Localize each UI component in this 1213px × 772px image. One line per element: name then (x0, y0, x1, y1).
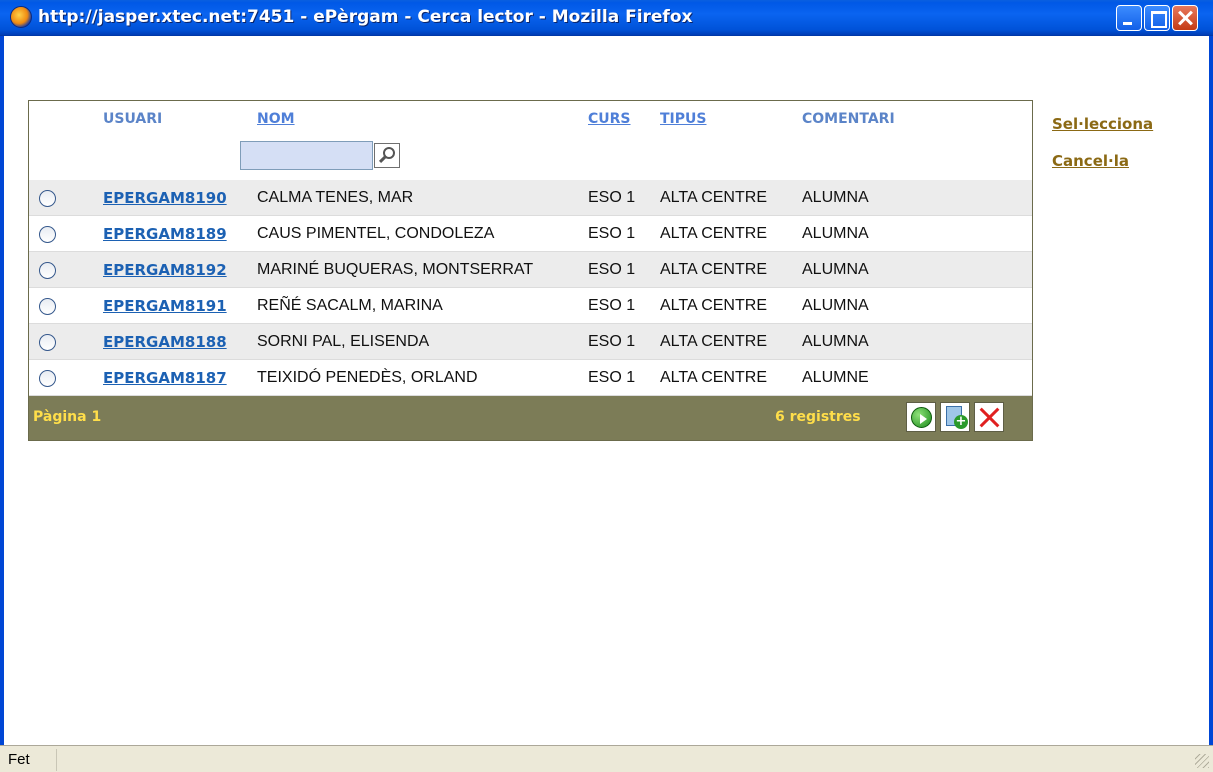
cell-comentari: ALUMNE (802, 369, 869, 386)
cell-comentari: ALUMNA (802, 225, 869, 242)
header-comentari: COMENTARI (802, 111, 895, 127)
table-footer: Pàgina 1 6 registres + (29, 396, 1032, 440)
header-usuari: USUARI (103, 111, 163, 127)
title-bar: http://jasper.xtec.net:7451 - ePèrgam - … (0, 0, 1213, 36)
maximize-button[interactable] (1144, 5, 1170, 31)
cell-nom: MARINÉ BUQUERAS, MONTSERRAT (257, 261, 534, 278)
search-button[interactable] (374, 143, 400, 168)
select-link[interactable]: Sel·lecciona (1052, 115, 1153, 133)
cell-comentari: ALUMNA (802, 333, 869, 350)
cell-curs: ESO 1 (588, 297, 636, 314)
cell-curs: ESO 1 (588, 333, 636, 350)
cell-nom: CAUS PIMENTEL, CONDOLEZA (257, 225, 495, 242)
header-nom-sort-link[interactable]: NOM (257, 111, 295, 127)
table-row[interactable]: EPERGAM8192 MARINÉ BUQUERAS, MONTSERRAT … (29, 252, 1032, 288)
cell-nom: TEIXIDÓ PENEDÈS, ORLAND (257, 369, 478, 386)
firefox-icon (10, 6, 32, 28)
user-link[interactable]: EPERGAM8191 (103, 297, 227, 315)
row-radio[interactable] (39, 334, 56, 351)
cell-curs: ESO 1 (588, 261, 636, 278)
page-indicator: Pàgina 1 (33, 409, 102, 425)
cell-curs: ESO 1 (588, 189, 636, 206)
go-arrow-icon (911, 407, 932, 428)
row-radio[interactable] (39, 370, 56, 387)
add-button[interactable]: + (940, 402, 970, 432)
table-row[interactable]: EPERGAM8189 CAUS PIMENTEL, CONDOLEZA ESO… (29, 216, 1032, 252)
user-link[interactable]: EPERGAM8190 (103, 189, 227, 207)
user-link[interactable]: EPERGAM8187 (103, 369, 227, 387)
cell-nom: SORNI PAL, ELISENDA (257, 333, 430, 350)
cell-curs: ESO 1 (588, 369, 636, 386)
cell-curs: ESO 1 (588, 225, 636, 242)
table-row[interactable]: EPERGAM8188 SORNI PAL, ELISENDA ESO 1 AL… (29, 324, 1032, 360)
cell-comentari: ALUMNA (802, 261, 869, 278)
user-link[interactable]: EPERGAM8192 (103, 261, 227, 279)
window-frame-right (1209, 36, 1213, 746)
cell-tipus: ALTA CENTRE (660, 369, 767, 386)
go-button[interactable] (906, 402, 936, 432)
row-radio[interactable] (39, 298, 56, 315)
delete-button[interactable] (974, 402, 1004, 432)
user-link[interactable]: EPERGAM8188 (103, 333, 227, 351)
minimize-button[interactable] (1116, 5, 1142, 31)
cell-tipus: ALTA CENTRE (660, 225, 767, 242)
resize-grip-icon[interactable] (1195, 754, 1209, 768)
window-frame-left (0, 36, 4, 746)
table-row[interactable]: EPERGAM8191 REÑÉ SACALM, MARINA ESO 1 AL… (29, 288, 1032, 324)
results-list: EPERGAM8190 CALMA TENES, MAR ESO 1 ALTA … (29, 180, 1032, 396)
cell-nom: REÑÉ SACALM, MARINA (257, 297, 443, 314)
cell-comentari: ALUMNA (802, 189, 869, 206)
header-curs-sort-link[interactable]: CURS (588, 111, 631, 127)
cell-tipus: ALTA CENTRE (660, 297, 767, 314)
cell-tipus: ALTA CENTRE (660, 189, 767, 206)
cell-tipus: ALTA CENTRE (660, 261, 767, 278)
name-search-input[interactable] (240, 141, 373, 170)
header-tipus-sort-link[interactable]: TIPUS (660, 111, 706, 127)
table-row[interactable]: EPERGAM8187 TEIXIDÓ PENEDÈS, ORLAND ESO … (29, 360, 1032, 396)
row-radio[interactable] (39, 190, 56, 207)
status-text: Fet (8, 751, 30, 768)
close-button[interactable] (1172, 5, 1198, 31)
row-radio[interactable] (39, 226, 56, 243)
cell-tipus: ALTA CENTRE (660, 333, 767, 350)
row-radio[interactable] (39, 262, 56, 279)
cell-comentari: ALUMNA (802, 297, 869, 314)
cell-nom: CALMA TENES, MAR (257, 189, 414, 206)
record-count: 6 registres (775, 409, 861, 425)
results-panel: USUARI NOM CURS TIPUS COMENTARI EPERGAM8… (28, 100, 1033, 441)
cancel-link[interactable]: Cancel·la (1052, 152, 1129, 170)
window-title: http://jasper.xtec.net:7451 - ePèrgam - … (38, 7, 693, 27)
table-row[interactable]: EPERGAM8190 CALMA TENES, MAR ESO 1 ALTA … (29, 180, 1032, 216)
user-link[interactable]: EPERGAM8189 (103, 225, 227, 243)
status-bar: Fet (0, 745, 1213, 772)
